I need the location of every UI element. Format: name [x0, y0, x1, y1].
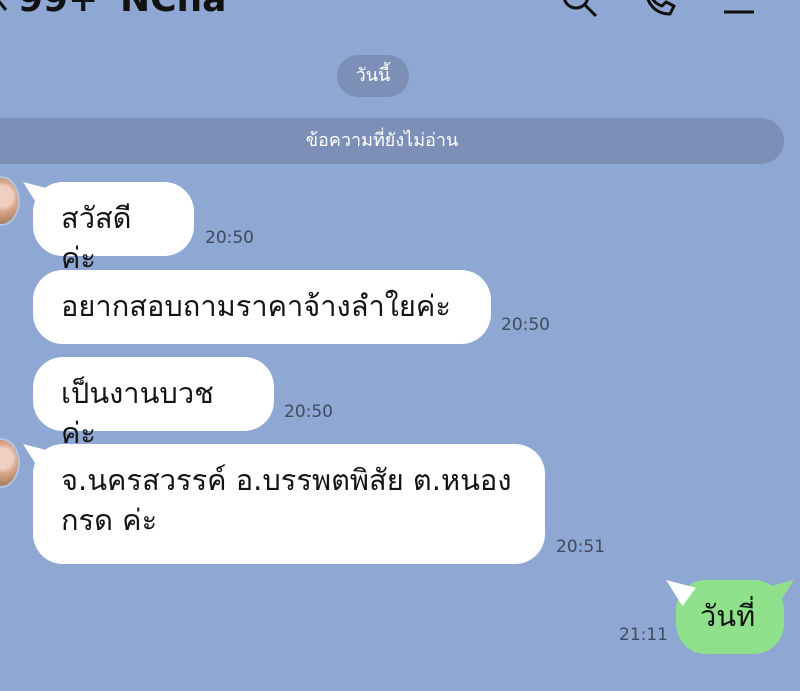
message-bubble[interactable]: เป็นงานบวชค่ะ	[33, 357, 274, 450]
message-bubble[interactable]: อยากสอบถามราคาจ้างลำใยค่ะ	[33, 270, 491, 344]
message-text: สวัสดีค่ะ	[61, 201, 132, 275]
message-bubble[interactable]: จ.นครสวรรค์ อ.บรรพตพิสัย ต.หนอง กรด ค่ะ	[33, 444, 545, 564]
message-text-line: กรด ค่ะ	[61, 503, 158, 537]
message-time: 20:50	[205, 228, 254, 248]
unread-count[interactable]: 99+	[18, 0, 98, 18]
message-text: เป็นงานบวชค่ะ	[61, 376, 214, 450]
search-icon[interactable]	[558, 0, 600, 24]
message-time: 20:50	[284, 402, 333, 422]
back-icon[interactable]	[0, 0, 8, 14]
date-separator: วันนี้	[337, 55, 409, 97]
message-time: 20:51	[556, 537, 605, 557]
message-text: อยากสอบถามราคาจ้างลำใยค่ะ	[61, 289, 451, 323]
chat-header: 99+ NCna	[0, 0, 800, 22]
message-text: วันที่	[700, 599, 756, 633]
avatar[interactable]	[0, 176, 20, 226]
message-bubble[interactable]: สวัสดีค่ะ	[33, 182, 194, 275]
message-text-line: จ.นครสวรรค์ อ.บรรพตพิสัย ต.หนอง	[61, 463, 512, 497]
menu-icon[interactable]	[722, 0, 756, 22]
phone-icon[interactable]	[640, 0, 680, 22]
unread-messages-divider: ข้อความที่ยังไม่อ่าน	[0, 118, 784, 164]
chat-name[interactable]: NCna	[120, 0, 226, 18]
avatar[interactable]	[0, 438, 20, 488]
message-time: 20:50	[501, 315, 550, 335]
message-bubble-outgoing[interactable]: วันที่	[676, 580, 784, 654]
message-time: 21:11	[619, 625, 668, 645]
